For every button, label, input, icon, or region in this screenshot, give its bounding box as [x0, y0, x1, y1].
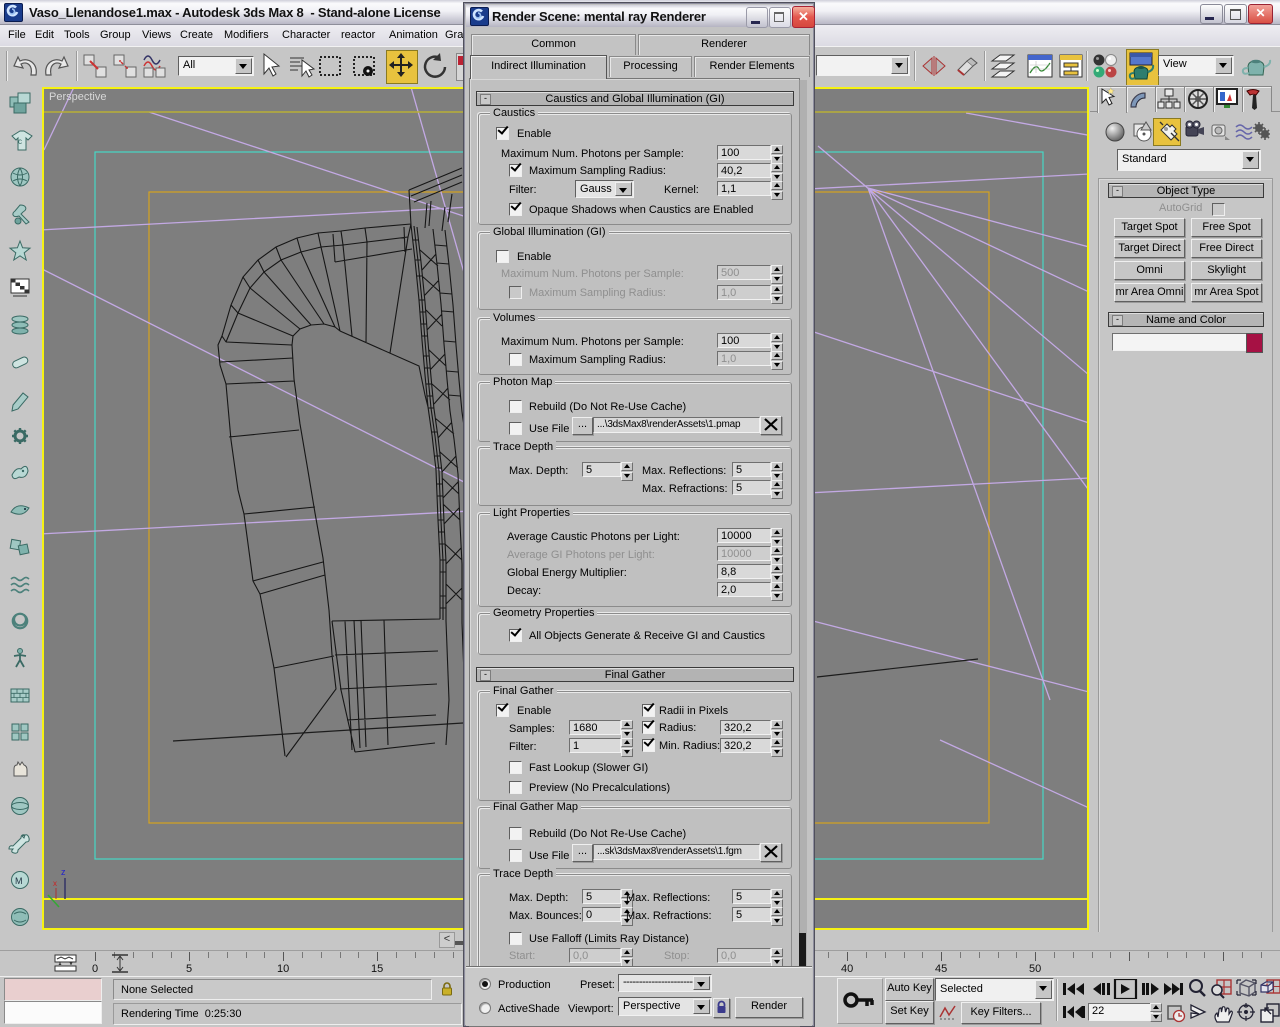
svg-text:0: 0: [92, 963, 98, 975]
svg-text:40: 40: [841, 963, 853, 975]
svg-text:x: x: [53, 879, 57, 888]
svg-text:45: 45: [935, 963, 947, 975]
svg-text:z: z: [61, 867, 66, 877]
svg-text:50: 50: [1029, 963, 1041, 975]
svg-text:10: 10: [277, 963, 289, 975]
svg-text:Perspective: Perspective: [49, 91, 106, 103]
svg-text:5: 5: [186, 963, 192, 975]
svg-text:15: 15: [371, 963, 383, 975]
